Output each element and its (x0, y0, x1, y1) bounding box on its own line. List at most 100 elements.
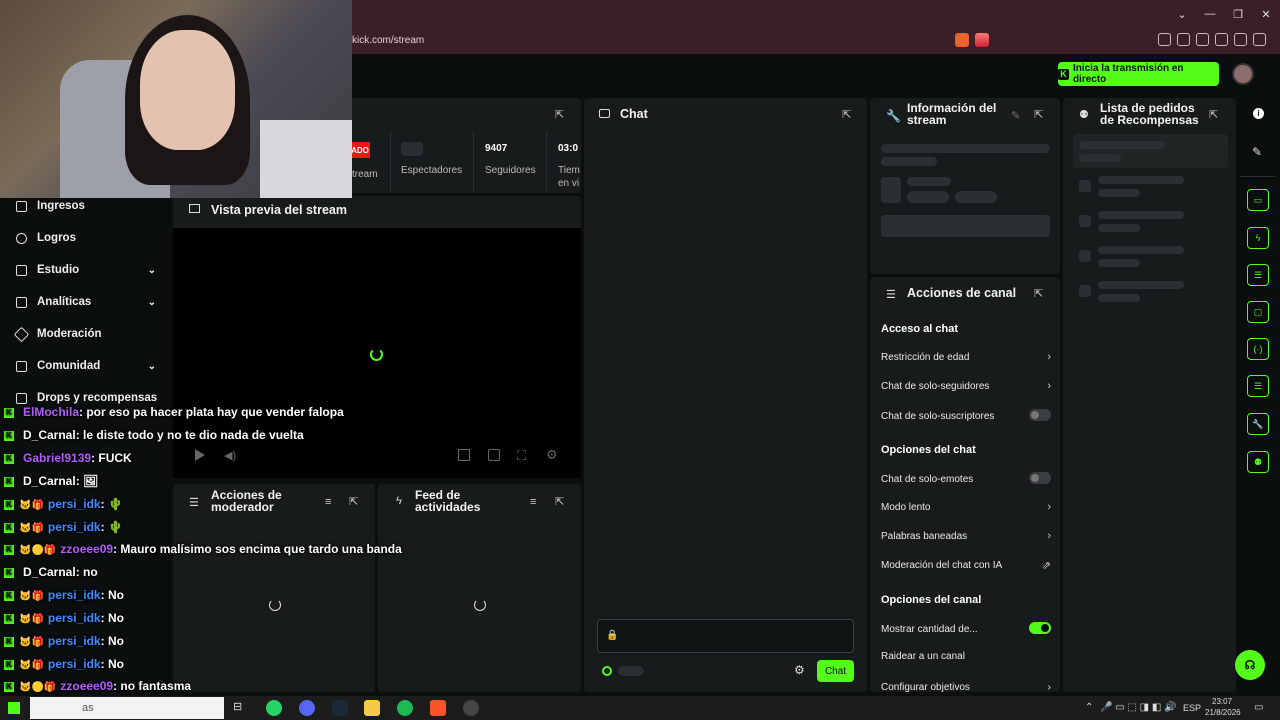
rail-activity-icon[interactable]: ϟ (1247, 227, 1269, 249)
extensions-icon[interactable] (1158, 33, 1171, 46)
volume-icon[interactable]: ◀) (224, 449, 236, 462)
windows-start-icon[interactable] (8, 702, 20, 714)
popout-icon[interactable]: ⇱ (555, 108, 564, 121)
overlay-chat-message: K 🐱🎁 persi_idk: No (4, 634, 124, 648)
discord-icon[interactable] (299, 700, 315, 716)
close-button[interactable]: ✕ (1252, 8, 1280, 21)
sidebar-item-estudio[interactable]: Estudio ⌄ (16, 264, 156, 276)
skeleton (1079, 285, 1091, 297)
sidebar-item-comunidad[interactable]: Comunidad ⌄ (16, 360, 156, 372)
obs-icon[interactable] (463, 700, 479, 716)
avatar[interactable] (1232, 63, 1254, 85)
fullscreen-icon[interactable]: ⛶ (517, 448, 526, 464)
show-count-toggle[interactable] (1029, 622, 1051, 634)
brave-icon[interactable] (430, 700, 446, 716)
go-live-button[interactable]: K Inicia la transmisión en directo (1058, 62, 1219, 86)
followers-value: 9407 (485, 143, 508, 154)
user-badges: 🐱🟡🎁 (19, 545, 57, 556)
analytics-icon (16, 296, 27, 308)
whatsapp-icon[interactable] (266, 700, 282, 716)
slow-mode-row[interactable]: Modo lento › (881, 501, 1051, 513)
task-view-icon[interactable]: ⊟ (233, 700, 249, 716)
steam-icon[interactable] (332, 700, 348, 716)
vpn-icon[interactable] (1234, 33, 1247, 46)
language-indicator[interactable]: ESP (1183, 703, 1201, 713)
popout-icon[interactable]: ⇱ (349, 495, 358, 508)
row-label: Mostrar cantidad de... (881, 624, 978, 635)
popout-icon[interactable]: ⇱ (555, 495, 564, 508)
activity-feed-panel (378, 484, 581, 692)
taskbar-search[interactable] (30, 697, 224, 719)
restore-button[interactable]: ❐ (1224, 8, 1252, 21)
sidebar-icon[interactable] (1177, 33, 1190, 46)
row-label: Chat de solo-emotes (881, 474, 974, 485)
loading-spinner-icon (370, 348, 383, 361)
tab-list-icon[interactable]: ⌄ (1168, 8, 1196, 21)
sidebar-item-ingresos[interactable]: Ingresos (16, 200, 156, 212)
tray-chevron-icon[interactable]: ⌃ (1085, 702, 1093, 713)
clock-date[interactable]: 21/8/2026 (1205, 708, 1241, 717)
skeleton (881, 215, 1050, 237)
popout-icon[interactable]: ⇱ (1209, 108, 1218, 121)
chat-title: Chat (620, 107, 648, 121)
sidebar-item-drops[interactable]: Drops y recompensas (16, 392, 171, 404)
support-headset-icon[interactable]: ☊ (1235, 650, 1265, 680)
overlay-chat-message: K Gabriel9139: FUCK (4, 451, 132, 465)
url-text[interactable]: kick.com/stream (352, 35, 424, 46)
emotes-only-toggle[interactable] (1029, 472, 1051, 484)
clock-time[interactable]: 23:07 (1212, 697, 1232, 706)
webcam-face (140, 30, 235, 150)
filter-icon[interactable]: ≡ (325, 496, 331, 508)
popout-icon[interactable]: ⇱ (1034, 287, 1043, 300)
age-restriction-row[interactable]: Restricción de edad › (881, 351, 1051, 363)
menu-icon[interactable] (1253, 33, 1266, 46)
settings-icon[interactable]: ⚙ (794, 663, 805, 677)
mini-player-icon[interactable] (458, 449, 470, 461)
rail-stream-info-icon[interactable]: 🔧 (1247, 413, 1269, 435)
edit-layout-icon[interactable]: ✎ (1252, 145, 1262, 159)
minimize-button[interactable]: — (1196, 8, 1224, 20)
ai-moderation-row[interactable]: Moderación del chat con IA ⇗ (881, 559, 1051, 572)
rail-chat-icon[interactable]: ▢ (1247, 301, 1269, 323)
spotify-icon[interactable] (397, 700, 413, 716)
edit-icon[interactable]: ✎ (1011, 109, 1020, 122)
section-channel-options: Opciones del canal (881, 594, 982, 606)
chevron-right-icon: › (1047, 501, 1051, 513)
rail-rewards-icon[interactable]: ⚉ (1247, 451, 1269, 473)
tray-icons[interactable]: 🎤 ▭ ⬚ ◨ ◧ 🔊 (1100, 702, 1177, 713)
raid-row[interactable]: Raidear a un canal (881, 651, 1051, 662)
rail-channel-actions-icon[interactable]: ☰ (1247, 375, 1269, 397)
kick-points-icon[interactable] (602, 666, 612, 676)
subscribers-only-toggle[interactable] (1029, 409, 1051, 421)
leo-icon[interactable] (1215, 33, 1228, 46)
rail-stream-preview-icon[interactable]: ▭ (1247, 189, 1269, 211)
file-explorer-icon[interactable] (364, 700, 380, 716)
info-icon[interactable]: i (1253, 108, 1264, 119)
followers-only-row[interactable]: Chat de solo-seguidores › (881, 380, 1051, 392)
chat-input[interactable] (597, 619, 854, 653)
sidebar-item-label: Comunidad (37, 360, 101, 372)
brave-rewards-icon[interactable] (975, 33, 989, 47)
settings-icon[interactable]: ⚙ (546, 447, 558, 463)
chevron-right-icon: › (1047, 351, 1051, 363)
banned-words-row[interactable]: Palabras baneadas › (881, 530, 1051, 542)
filter-icon[interactable]: ≡ (530, 496, 536, 508)
sidebar-item-analiticas[interactable]: Analíticas ⌄ (16, 296, 156, 308)
mod-actions-title-line2: moderador (211, 500, 274, 514)
notifications-icon[interactable]: ▭ (1254, 702, 1263, 713)
clip-icon[interactable] (488, 449, 500, 461)
goals-row[interactable]: Configurar objetivos › (881, 682, 1051, 692)
rail-mod-actions-icon[interactable]: ☰ (1247, 264, 1269, 286)
sidebar-item-moderacion[interactable]: Moderación (13, 326, 156, 342)
popout-icon[interactable]: ⇱ (1034, 108, 1043, 121)
address-bar[interactable] (352, 31, 1000, 51)
send-chat-button[interactable]: Chat (817, 660, 854, 682)
sidebar-item-logros[interactable]: Logros (16, 232, 156, 244)
wallet-icon[interactable] (1196, 33, 1209, 46)
play-icon[interactable] (195, 449, 205, 461)
rail-stats-icon[interactable]: (·) (1247, 338, 1269, 360)
popout-icon[interactable]: ⇱ (842, 108, 851, 121)
brave-shield-icon[interactable] (955, 33, 969, 47)
row-label: Configurar objetivos (881, 682, 970, 692)
window-controls: ⌄ — ❐ ✕ (1168, 0, 1280, 28)
